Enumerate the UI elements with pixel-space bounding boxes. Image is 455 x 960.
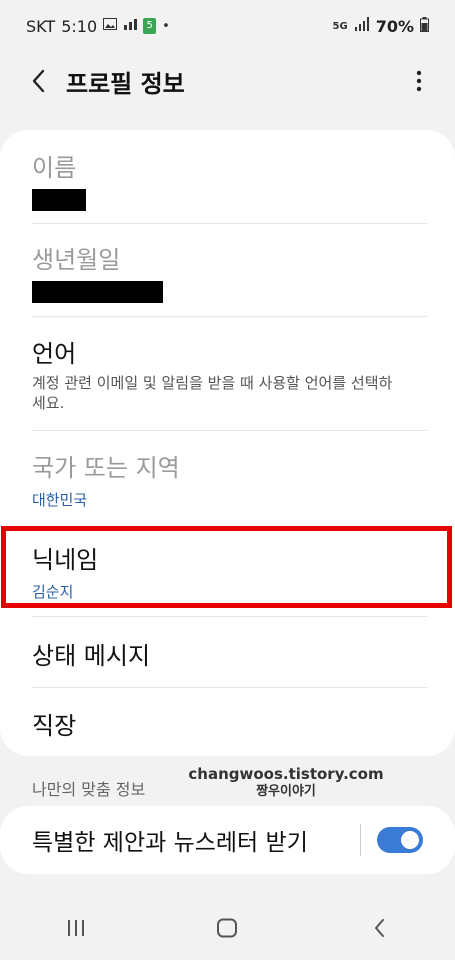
signal-icon [354, 17, 370, 35]
language-description: 계정 관련 이메일 및 알림을 받을 때 사용할 언어를 선택하세요. [32, 374, 393, 412]
home-button[interactable] [197, 904, 257, 952]
birthday-label: 생년월일 [32, 246, 121, 274]
birthday-row: 생년월일 [32, 240, 402, 303]
nickname-label: 닉네임 [32, 546, 99, 574]
birthday-redacted [32, 281, 163, 303]
notification-badge: 5 [143, 18, 157, 34]
language-label: 언어 [32, 340, 77, 368]
back-nav-icon [375, 919, 385, 937]
recent-apps-button[interactable] [46, 904, 106, 952]
workplace-label: 직장 [32, 712, 77, 740]
language-row[interactable]: 언어 계정 관련 이메일 및 알림을 받을 때 사용할 언어를 선택하세요. [32, 334, 402, 413]
name-redacted [32, 189, 86, 211]
nickname-row[interactable]: 닉네임 김순지 [32, 540, 402, 602]
marketing-label: 특별한 제안과 뉴스레터 받기 [32, 830, 308, 856]
toggle-knob [399, 829, 421, 851]
home-icon [217, 918, 238, 938]
workplace-row[interactable]: 직장 [32, 706, 402, 741]
app-bar: 프로필 정보 [0, 52, 455, 110]
marketing-card[interactable]: 특별한 제안과 뉴스레터 받기 [0, 806, 455, 874]
more-options-button[interactable] [405, 65, 433, 97]
back-arrow-icon [32, 69, 45, 93]
divider [32, 430, 427, 431]
nickname-value: 김순지 [32, 583, 74, 601]
battery-label: 70% [375, 16, 414, 36]
divider [32, 316, 427, 317]
status-left: SKT 5:10 5 • [26, 17, 170, 36]
vertical-divider [360, 824, 361, 856]
status-bar: SKT 5:10 5 • 5G 70% [0, 0, 455, 52]
dot-icon: • [162, 18, 170, 34]
back-nav-button[interactable] [349, 904, 409, 952]
divider [32, 223, 427, 224]
divider [32, 616, 427, 617]
page-title: 프로필 정보 [66, 69, 185, 98]
watermark: changwoos.tistory.com 짱우이야기 [188, 765, 384, 801]
name-label: 이름 [32, 154, 77, 182]
recent-apps-icon [67, 920, 84, 936]
time-label: 5:10 [61, 16, 98, 36]
back-button[interactable] [22, 65, 54, 97]
profile-card: 이름 생년월일 언어 계정 관련 이메일 및 알림을 받을 때 사용할 언어를 … [0, 130, 455, 756]
carrier-label: SKT [26, 16, 56, 36]
gallery-icon [103, 18, 118, 34]
watermark-name: 짱우이야기 [256, 784, 316, 799]
region-value: 대한민국 [32, 491, 88, 509]
more-vert-icon [416, 70, 422, 92]
custom-info-section-label: 나만의 맞춤 정보 [32, 780, 146, 799]
navigation-bar [0, 896, 455, 960]
divider [32, 687, 427, 688]
watermark-url: changwoos.tistory.com [188, 765, 384, 783]
status-message-row[interactable]: 상태 메시지 [32, 636, 402, 671]
name-row: 이름 [32, 148, 402, 211]
network-label: 5G [332, 20, 348, 32]
battery-icon [420, 16, 429, 36]
region-row: 국가 또는 지역 대한민국 [32, 448, 402, 510]
marketing-toggle[interactable] [377, 827, 423, 853]
status-right: 5G 70% [332, 16, 429, 36]
status-message-label: 상태 메시지 [32, 642, 151, 670]
region-label: 국가 또는 지역 [32, 454, 180, 482]
chart-icon [123, 18, 138, 34]
